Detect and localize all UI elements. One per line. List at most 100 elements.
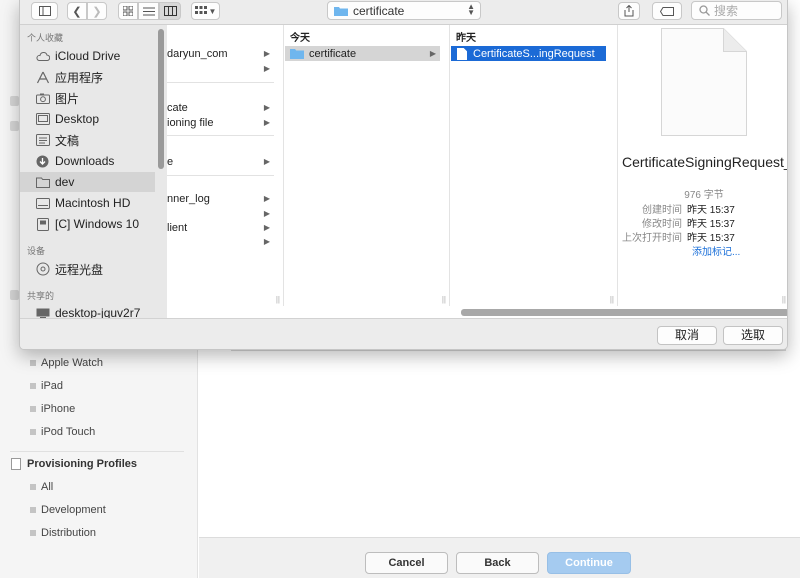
- sidebar-item-pictures[interactable]: 图片: [20, 88, 155, 108]
- sidebar-item-desktop-jquv2r7[interactable]: desktop-jquv2r7: [20, 303, 155, 319]
- sidebar-item-label: Apple Watch: [41, 357, 103, 369]
- path-popup[interactable]: certificate ▲ ▼: [327, 1, 481, 20]
- dialog-sidebar: 个人收藏 iCloud Drive 应用程序 图片 Desktop 文稿 Dow…: [20, 25, 167, 319]
- list-view-button[interactable]: [138, 2, 159, 20]
- preview-created-row: 创建时间 昨天 15:37: [619, 201, 787, 216]
- list-item[interactable]: daryun_com ▶: [167, 46, 274, 61]
- column-resize-handle[interactable]: ||: [276, 295, 280, 304]
- sidebar-item-all[interactable]: All: [30, 481, 53, 493]
- search-icon: [699, 5, 710, 16]
- sidebar-item-desktop[interactable]: Desktop: [20, 109, 155, 129]
- sidebar-scrollbar[interactable]: [158, 29, 164, 169]
- chevron-right-icon: ▶: [263, 64, 270, 73]
- column-resize-handle[interactable]: ||: [442, 295, 446, 304]
- disc-icon: [35, 262, 50, 276]
- drive-icon: [35, 217, 50, 231]
- dialog-choose-button[interactable]: 选取: [723, 326, 783, 345]
- sidebar-item-label: 远程光盘: [55, 262, 104, 277]
- chevron-down-icon: ▼: [208, 6, 217, 16]
- list-item[interactable]: ioning file ▶: [167, 115, 274, 130]
- modified-value: 昨天 15:37: [687, 219, 735, 230]
- add-tags-link[interactable]: 添加标记...: [692, 243, 740, 258]
- sidebar-icon: [10, 121, 19, 131]
- sidebar-item-ipad[interactable]: iPad: [30, 380, 63, 392]
- back-button[interactable]: Back: [456, 552, 539, 574]
- provisioning-profiles-header: Provisioning Profiles: [11, 458, 137, 470]
- sidebar-item-distribution[interactable]: Distribution: [30, 527, 96, 539]
- sidebar-item-macintosh-hd[interactable]: Macintosh HD: [20, 193, 155, 213]
- list-item[interactable]: e ▶: [167, 154, 274, 169]
- bullet-icon: [30, 507, 36, 513]
- list-item-label: cate: [167, 101, 188, 114]
- list-item[interactable]: ▶: [167, 234, 274, 249]
- list-item[interactable]: ▶: [167, 206, 274, 221]
- group-view-dropdown[interactable]: ▼: [191, 2, 220, 20]
- sidebar-toggle-button[interactable]: [31, 2, 58, 20]
- sidebar-item-label: [C] Windows 10: [55, 217, 140, 231]
- list-divider: [167, 82, 274, 83]
- horizontal-scrollbar[interactable]: [461, 309, 787, 316]
- downloads-icon: [35, 154, 50, 168]
- sidebar-item-iphone[interactable]: iPhone: [30, 403, 75, 415]
- search-placeholder: 搜索: [714, 4, 739, 18]
- sidebar-item-remote-disc[interactable]: 远程光盘: [20, 259, 155, 279]
- back-nav-button[interactable]: ❮: [67, 2, 87, 20]
- document-icon: [661, 28, 747, 136]
- dialog-cancel-button[interactable]: 取消: [657, 326, 717, 345]
- sidebar-item-applications[interactable]: 应用程序: [20, 67, 155, 87]
- applications-icon: [35, 70, 50, 84]
- list-item[interactable]: lient ▶: [167, 220, 274, 235]
- list-item[interactable]: cate ▶: [167, 100, 274, 115]
- tag-icon: [660, 6, 674, 16]
- sidebar-item-downloads[interactable]: Downloads: [20, 151, 155, 171]
- bullet-icon: [30, 406, 36, 412]
- sidebar-item-label: iCloud Drive: [55, 49, 121, 63]
- list-item[interactable]: nner_log ▶: [167, 191, 274, 206]
- opened-value: 昨天 15:37: [687, 233, 735, 244]
- bullet-icon: [30, 484, 36, 490]
- sidebar-item-label: iPad: [41, 380, 64, 392]
- cancel-button[interactable]: Cancel: [365, 552, 448, 574]
- sidebar-item-documents[interactable]: 文稿: [20, 130, 155, 150]
- devices-header: 设备: [27, 246, 46, 256]
- camera-icon: [35, 91, 50, 105]
- sidebar-item-label: 图片: [55, 91, 80, 106]
- dialog-button-bar: 取消 选取: [20, 318, 787, 349]
- column-resize-handle[interactable]: ||: [610, 295, 614, 304]
- sidebar-item-ipod-touch[interactable]: iPod Touch: [30, 426, 95, 438]
- preview-size: 976 字节: [684, 190, 724, 201]
- shared-header: 共享的: [27, 291, 55, 301]
- cloud-icon: [35, 49, 50, 63]
- favorites-header: 个人收藏: [27, 33, 64, 43]
- sidebar-item-dev[interactable]: dev: [20, 172, 155, 192]
- list-divider: [167, 175, 274, 176]
- group-header-yesterday: 昨天: [456, 33, 476, 44]
- gallery-icon: [194, 6, 207, 14]
- continue-button[interactable]: Continue: [547, 552, 631, 574]
- tags-button[interactable]: [652, 2, 682, 20]
- sidebar-item-windows-10[interactable]: [C] Windows 10: [20, 214, 155, 234]
- bullet-icon: [30, 383, 36, 389]
- sidebar-item-icloud-drive[interactable]: iCloud Drive: [20, 46, 155, 66]
- bullet-icon: [30, 360, 36, 366]
- list-item-certificate-folder[interactable]: certificate ▶: [285, 46, 440, 61]
- preview-modified-row: 修改时间 昨天 15:37: [619, 215, 787, 230]
- chevron-right-icon: ▶: [263, 209, 270, 218]
- sidebar-item-development[interactable]: Development: [30, 504, 106, 516]
- list-item-csr-file[interactable]: CertificateS...ingRequest: [451, 46, 606, 61]
- list-item[interactable]: ▶: [167, 61, 274, 76]
- grid-icon: [123, 6, 133, 16]
- sidebar-item-label: Macintosh HD: [55, 196, 131, 210]
- column-view-button[interactable]: [159, 2, 181, 20]
- forward-nav-button[interactable]: ❯: [87, 2, 107, 20]
- icon-view-button[interactable]: [118, 2, 138, 20]
- bullet-icon: [30, 429, 36, 435]
- drive-icon: [35, 196, 50, 210]
- chevron-right-icon: ▶: [263, 118, 270, 127]
- browser-content: 个人收藏 iCloud Drive 应用程序 图片 Desktop 文稿 Dow…: [20, 24, 787, 319]
- share-button[interactable]: [618, 2, 640, 20]
- column-resize-handle[interactable]: ||: [782, 295, 786, 304]
- sidebar-item-label: All: [41, 481, 54, 493]
- sidebar-item-apple-watch[interactable]: Apple Watch: [30, 357, 103, 369]
- search-input[interactable]: 搜索: [691, 1, 782, 20]
